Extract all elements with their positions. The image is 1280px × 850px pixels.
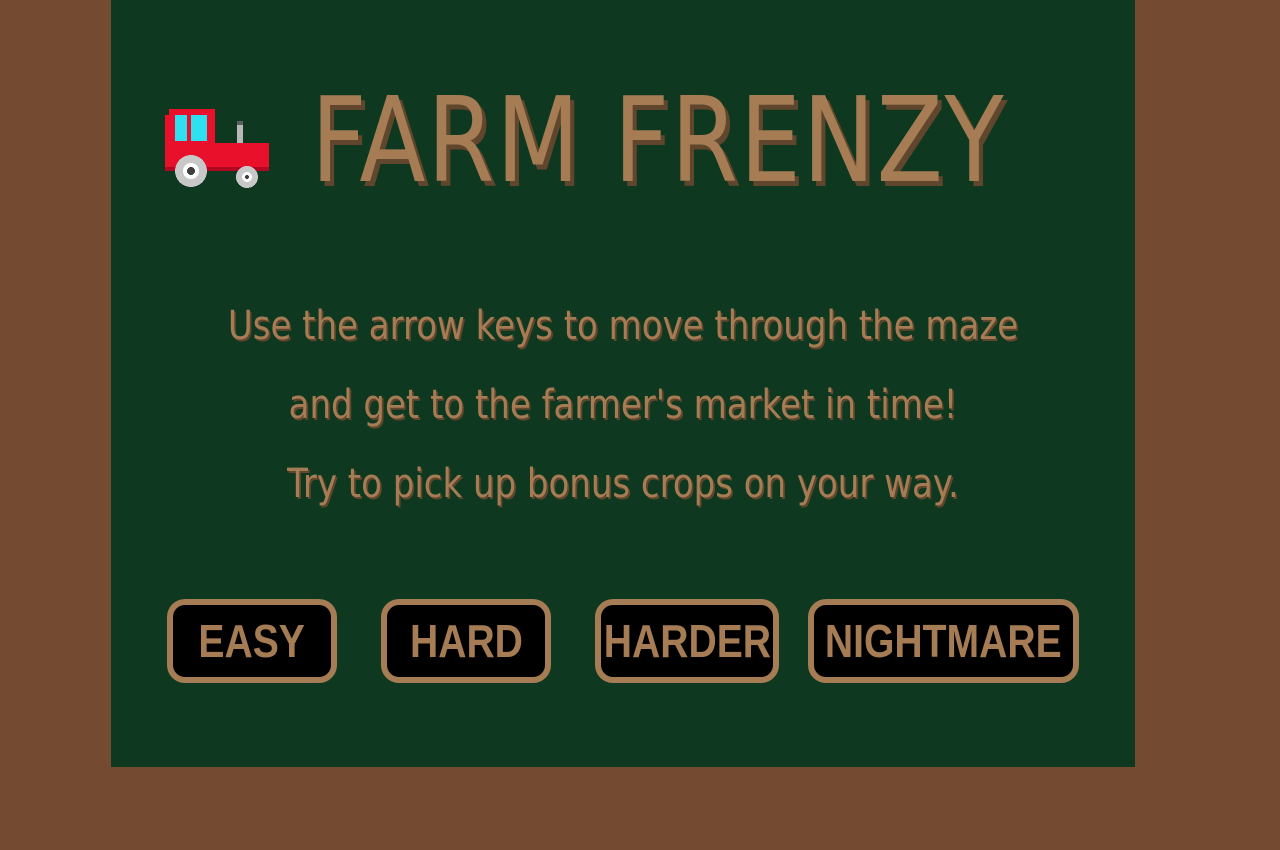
instructions: Use the arrow keys to move through the m… [111, 290, 1135, 527]
hard-button[interactable]: HARD [381, 599, 551, 683]
easy-button-label: EASY [198, 615, 306, 667]
title-row: FARM FRENZY [111, 60, 1135, 220]
easy-button[interactable]: EASY [167, 599, 337, 683]
harder-button[interactable]: HARDER [595, 599, 779, 683]
nightmare-button[interactable]: NIGHTMARE [808, 599, 1079, 683]
instruction-line-1: Use the arrow keys to move through the m… [227, 303, 1019, 349]
instruction-line-2: and get to the farmer's market in time! [288, 382, 958, 428]
harder-button-label: HARDER [603, 615, 771, 667]
nightmare-button-label: NIGHTMARE [825, 615, 1062, 667]
game-title: FARM FRENZY [311, 71, 1006, 209]
game-panel: FARM FRENZY Use the arrow keys to move t… [111, 0, 1135, 767]
instruction-line-3: Try to pick up bonus crops on your way. [287, 461, 959, 507]
hard-button-label: HARD [409, 615, 523, 667]
tractor-icon [165, 109, 269, 188]
